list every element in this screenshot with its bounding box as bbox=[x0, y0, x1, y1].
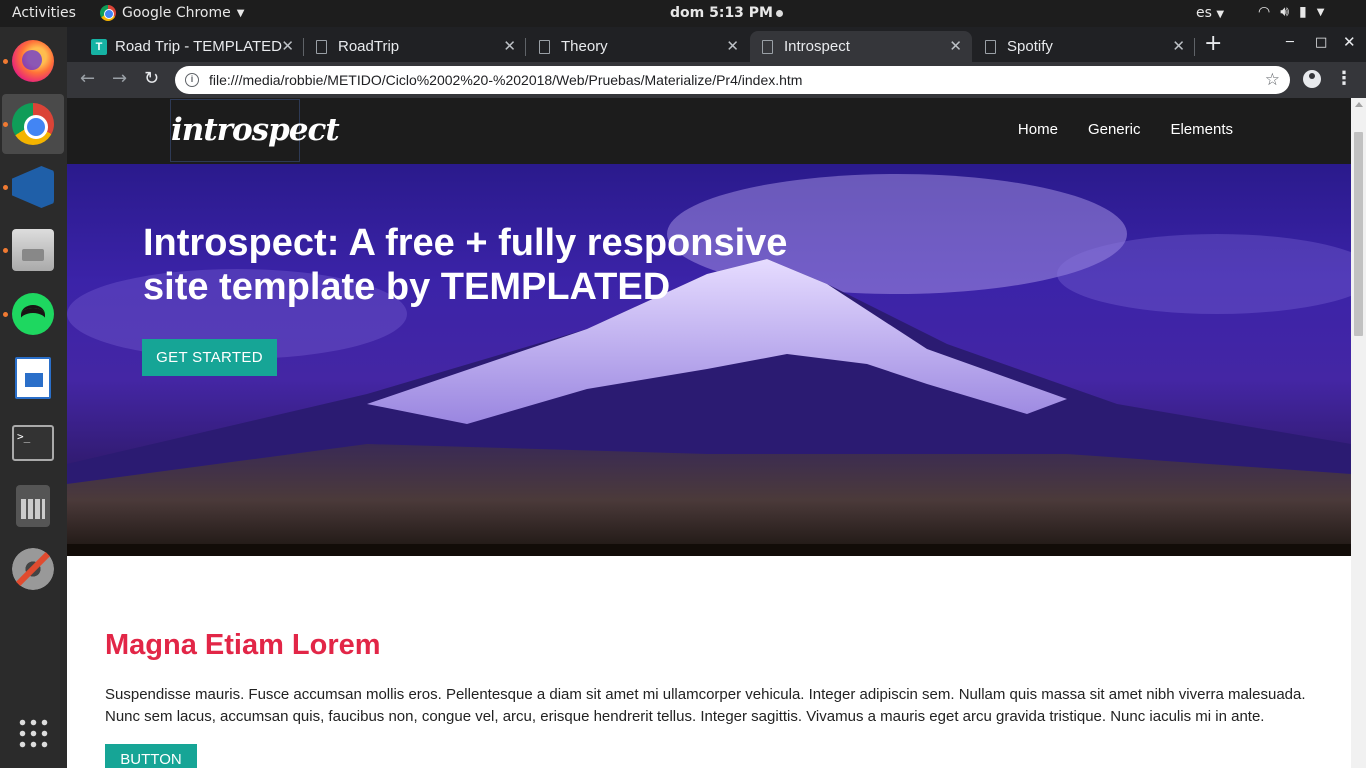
page-icon bbox=[762, 39, 773, 54]
chrome-icon bbox=[100, 5, 116, 21]
bookmark-star-icon[interactable]: ☆ bbox=[1265, 66, 1280, 94]
tab-label: RoadTrip bbox=[338, 38, 400, 55]
terminal-icon: >_ bbox=[12, 425, 54, 461]
tab-roadtrip[interactable]: RoadTrip ✕ bbox=[304, 31, 526, 62]
system-menu[interactable]: ◠ 🔊︎ ▮ ▼ bbox=[1258, 4, 1324, 20]
info-icon[interactable]: i bbox=[185, 73, 199, 87]
input-language[interactable]: es ▼ bbox=[1196, 5, 1224, 21]
dock-spotify[interactable] bbox=[2, 284, 64, 344]
show-applications-icon[interactable] bbox=[17, 717, 49, 749]
tab-label: Theory bbox=[561, 38, 608, 55]
running-indicator-icon bbox=[3, 122, 8, 127]
hero-banner: Introspect: A free + fully responsive si… bbox=[67, 164, 1351, 556]
page-icon bbox=[316, 39, 327, 54]
tab-label: Road Trip - TEMPLATED bbox=[115, 38, 282, 55]
close-tab-icon[interactable]: ✕ bbox=[726, 37, 739, 55]
close-window-icon[interactable]: ✕ bbox=[1343, 33, 1356, 51]
profile-avatar-icon[interactable] bbox=[1303, 70, 1321, 88]
address-bar[interactable]: i file:///media/robbie/METIDO/Ciclo%2002… bbox=[175, 66, 1290, 94]
clock[interactable]: dom 5:13 PM bbox=[670, 5, 783, 21]
chrome-icon bbox=[12, 103, 54, 145]
dock-vscode[interactable] bbox=[2, 157, 64, 217]
tab-strip: T Road Trip - TEMPLATED ✕ RoadTrip ✕ The… bbox=[67, 27, 1366, 62]
close-tab-icon[interactable]: ✕ bbox=[1172, 37, 1185, 55]
system-top-bar: Activities Google Chrome ▼ dom 5:13 PM e… bbox=[0, 0, 1366, 27]
site-nav: Home Generic Elements bbox=[1018, 121, 1233, 138]
tab-introspect[interactable]: Introspect ✕ bbox=[750, 31, 972, 62]
volume-icon: 🔊︎ bbox=[1280, 4, 1290, 20]
battery-icon: ▮ bbox=[1299, 4, 1307, 20]
dock-writer[interactable] bbox=[2, 348, 64, 408]
page-scrollbar[interactable] bbox=[1351, 98, 1366, 768]
running-indicator-icon bbox=[3, 248, 8, 253]
nav-home[interactable]: Home bbox=[1018, 121, 1058, 138]
menu-kebab-icon[interactable]: ⋮ bbox=[1335, 68, 1353, 89]
files-icon bbox=[12, 229, 54, 271]
tab-label: Spotify bbox=[1007, 38, 1053, 55]
tab-separator bbox=[1194, 38, 1195, 56]
running-indicator-icon bbox=[3, 59, 8, 64]
minimize-icon[interactable]: ─ bbox=[1286, 35, 1294, 50]
site-header: introspect Home Generic Elements bbox=[67, 98, 1351, 164]
dock-chrome[interactable] bbox=[2, 94, 64, 154]
tab-road-trip-templated[interactable]: T Road Trip - TEMPLATED ✕ bbox=[81, 31, 304, 62]
chevron-down-icon: ▼ bbox=[1216, 9, 1225, 20]
clock-label: dom 5:13 PM bbox=[670, 5, 773, 21]
dock: >_ bbox=[0, 27, 67, 768]
tab-separator bbox=[525, 38, 526, 56]
scrollbar-thumb[interactable] bbox=[1354, 132, 1363, 336]
get-started-button[interactable]: GET STARTED bbox=[142, 339, 277, 376]
section-body-text: Suspendisse mauris. Fusce accumsan molli… bbox=[105, 686, 1306, 725]
section-heading: Magna Etiam Lorem bbox=[105, 629, 381, 661]
close-tab-icon[interactable]: ✕ bbox=[949, 37, 962, 55]
tab-theory[interactable]: Theory ✕ bbox=[527, 31, 749, 62]
firefox-icon bbox=[12, 40, 54, 82]
browser-toolbar: ← → ↻ i file:///media/robbie/METIDO/Cicl… bbox=[67, 62, 1366, 98]
hero-heading: Introspect: A free + fully responsive si… bbox=[143, 222, 788, 308]
input-language-label: es bbox=[1196, 5, 1212, 21]
url-text: file:///media/robbie/METIDO/Ciclo%2002%2… bbox=[209, 72, 803, 88]
site-logo[interactable]: introspect bbox=[170, 99, 340, 162]
dock-settings[interactable] bbox=[2, 539, 64, 599]
dock-calculator[interactable] bbox=[2, 476, 64, 536]
vscode-icon bbox=[12, 166, 54, 208]
settings-icon bbox=[12, 548, 54, 590]
page-icon bbox=[539, 39, 550, 54]
nav-generic[interactable]: Generic bbox=[1088, 121, 1141, 138]
notification-dot-icon bbox=[776, 9, 783, 17]
chevron-down-icon: ▼ bbox=[236, 7, 245, 19]
tab-spotify[interactable]: Spotify ✕ bbox=[973, 31, 1195, 62]
app-menu[interactable]: Google Chrome ▼ bbox=[100, 5, 244, 21]
wifi-icon: ◠ bbox=[1258, 4, 1271, 20]
spotify-icon bbox=[12, 293, 54, 335]
dock-files[interactable] bbox=[2, 220, 64, 280]
nav-elements[interactable]: Elements bbox=[1170, 121, 1233, 138]
close-tab-icon[interactable]: ✕ bbox=[281, 37, 294, 55]
page-viewport: introspect Home Generic Elements Introsp… bbox=[67, 98, 1351, 768]
app-menu-label: Google Chrome bbox=[122, 5, 231, 21]
new-tab-icon[interactable]: + bbox=[1204, 31, 1222, 56]
section-button[interactable]: BUTTON bbox=[105, 744, 197, 768]
writer-icon bbox=[15, 357, 51, 399]
calculator-icon bbox=[16, 485, 50, 527]
activities-button[interactable]: Activities bbox=[12, 5, 76, 21]
page-icon bbox=[985, 39, 996, 54]
scroll-up-arrow-icon[interactable] bbox=[1355, 102, 1363, 107]
running-indicator-icon bbox=[3, 185, 8, 190]
tab-label: Introspect bbox=[784, 38, 850, 55]
dock-terminal[interactable]: >_ bbox=[2, 413, 64, 473]
dock-firefox[interactable] bbox=[2, 31, 64, 91]
chevron-down-icon: ▼ bbox=[1316, 6, 1325, 18]
maximize-icon[interactable]: □ bbox=[1315, 35, 1327, 50]
reload-icon[interactable]: ↻ bbox=[144, 68, 159, 89]
forward-arrow-icon[interactable]: → bbox=[112, 68, 127, 89]
favicon-t-icon: T bbox=[91, 38, 107, 55]
running-indicator-icon bbox=[3, 312, 8, 317]
back-arrow-icon[interactable]: ← bbox=[80, 68, 95, 89]
close-tab-icon[interactable]: ✕ bbox=[503, 37, 516, 55]
